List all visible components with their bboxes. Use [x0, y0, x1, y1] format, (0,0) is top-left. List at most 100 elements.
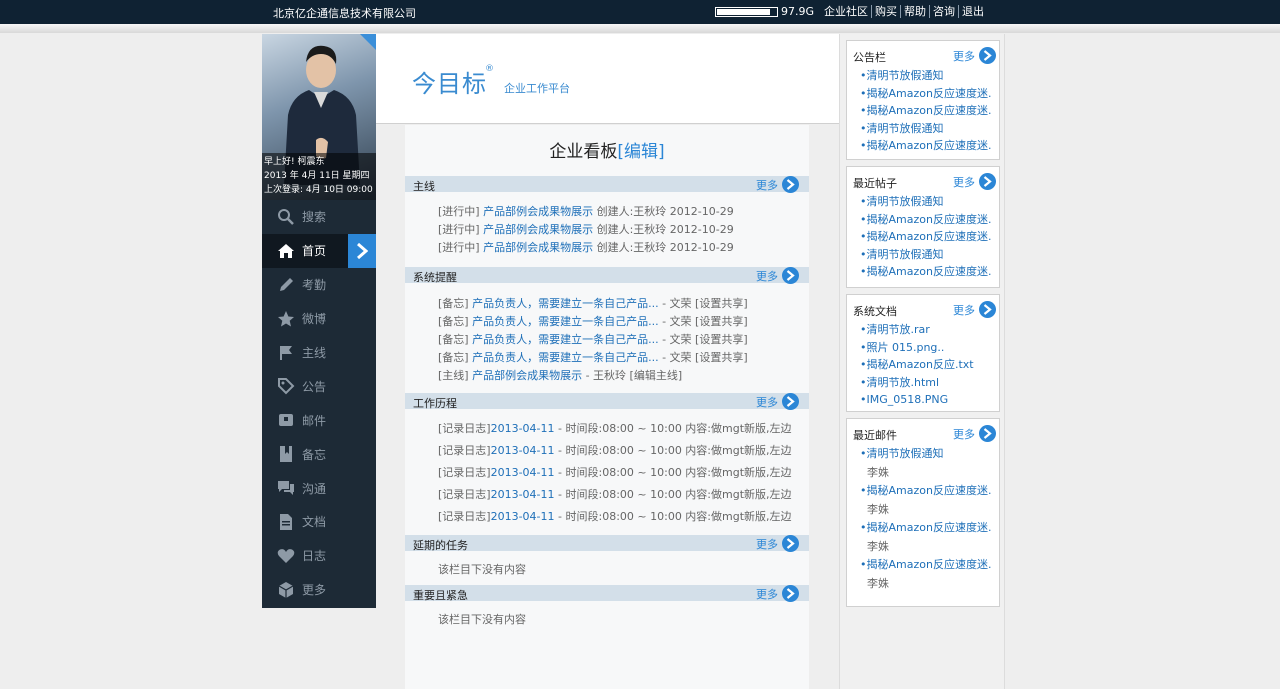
- mail-author: 李姝: [867, 465, 889, 479]
- enterprise-board: 企业看板[编辑] 主线 更多 [进行中] 产品部例会成果物展示 创建人:王秋玲 …: [405, 125, 809, 689]
- nav-help-link[interactable]: 帮助: [900, 5, 929, 18]
- item-link[interactable]: •清明节放.rar: [860, 321, 992, 339]
- profile-card[interactable]: 早上好! 柯震东 2013 年 4月 11日 星期四 上次登录: 4月 10日 …: [262, 34, 376, 200]
- item-link[interactable]: 产品负责人，需要建立一条自己产品...: [472, 351, 659, 364]
- more-button[interactable]: 更多: [953, 47, 996, 64]
- item-link[interactable]: •清明节放假通知: [860, 193, 992, 211]
- item-link[interactable]: •清明节放假通知: [860, 445, 992, 464]
- list-item: •揭秘Amazon反应速度迷...: [860, 137, 999, 155]
- nav-community-link[interactable]: 企业社区: [824, 5, 871, 18]
- item-link[interactable]: 产品部例会成果物展示: [483, 241, 593, 254]
- item-link[interactable]: •揭秘Amazon反应速度迷...: [860, 519, 992, 538]
- item-link[interactable]: •照片 015.png..: [860, 339, 992, 357]
- item-link[interactable]: 2013-04-11: [491, 444, 555, 457]
- item-link[interactable]: •揭秘Amazon反应速度迷...: [860, 263, 992, 281]
- item-link[interactable]: 产品部例会成果物展示: [472, 369, 582, 382]
- current-date: 2013 年 4月 11日 星期四: [264, 171, 370, 181]
- app-logo[interactable]: 今目标: [412, 64, 487, 99]
- list-item: [进行中] 产品部例会成果物展示 创建人:王秋玲 2012-10-29: [438, 239, 808, 257]
- item-link[interactable]: 产品负责人，需要建立一条自己产品...: [472, 333, 659, 346]
- more-label: 更多: [756, 587, 778, 601]
- more-button[interactable]: 更多: [953, 173, 996, 190]
- list-item: [备忘] 产品负责人，需要建立一条自己产品... - 文荣 [设置共享]: [438, 313, 808, 331]
- item-link[interactable]: •揭秘Amazon反应速度迷...: [860, 211, 992, 229]
- pencil-icon: [276, 275, 296, 295]
- panel-title: 系统文档: [853, 305, 897, 318]
- item-link[interactable]: •揭秘Amazon反应速度迷...: [860, 85, 992, 103]
- item-link[interactable]: •清明节放假通知: [860, 246, 992, 264]
- nav-buy-link[interactable]: 购买: [871, 5, 900, 18]
- sidebar-item-home[interactable]: 首页: [262, 233, 376, 268]
- sidebar-item-docs[interactable]: 文档: [262, 505, 376, 539]
- more-button[interactable]: 更多: [756, 393, 799, 410]
- section-mainline-list: [进行中] 产品部例会成果物展示 创建人:王秋玲 2012-10-29 [进行中…: [438, 203, 808, 257]
- bookmark-icon: [276, 444, 296, 464]
- sidebar-item-label: 更多: [302, 583, 327, 598]
- list-item: •清明节放假通知: [860, 193, 999, 211]
- more-button[interactable]: 更多: [953, 301, 996, 318]
- item-link[interactable]: •清明节放假通知: [860, 120, 992, 138]
- sidebar-item-mail[interactable]: 邮件: [262, 403, 376, 437]
- empty-message: 该栏目下没有内容: [438, 613, 526, 626]
- item-meta: - 时间段:08:00 ~ 10:00 内容:做mgt新版,左边: [558, 466, 792, 479]
- list-item: [备忘] 产品负责人，需要建立一条自己产品... - 文荣 [设置共享]: [438, 331, 808, 349]
- item-meta: - 文荣 [设置共享]: [662, 333, 748, 346]
- more-button[interactable]: 更多: [953, 425, 996, 442]
- nav-logout-link[interactable]: 退出: [958, 5, 987, 18]
- board-title: 企业看板[编辑]: [405, 137, 809, 162]
- board-edit-link[interactable]: [编辑]: [617, 142, 664, 162]
- sidebar-item-search[interactable]: 搜索: [262, 200, 376, 234]
- item-status: [记录日志]: [438, 488, 491, 501]
- mail-author: 李姝: [867, 502, 889, 516]
- sidebar-item-label: 首页: [302, 244, 327, 259]
- item-link[interactable]: 产品部例会成果物展示: [483, 223, 593, 236]
- item-link[interactable]: 产品部例会成果物展示: [483, 205, 593, 218]
- list-item: •清明节放.rar: [860, 321, 999, 339]
- more-button[interactable]: 更多: [756, 535, 799, 552]
- sidebar-item-memo[interactable]: 备忘: [262, 437, 376, 471]
- sidebar-item-attendance[interactable]: 考勤: [262, 268, 376, 302]
- app-subtitle: 企业工作平台: [504, 82, 570, 95]
- sidebar-item-log[interactable]: 日志: [262, 539, 376, 573]
- item-link[interactable]: 2013-04-11: [491, 466, 555, 479]
- item-link[interactable]: •清明节放.html: [860, 374, 992, 392]
- list-item: •揭秘Amazon反应速度迷...: [860, 85, 999, 103]
- more-button[interactable]: 更多: [756, 585, 799, 602]
- section-history-header: 工作历程 更多: [405, 393, 809, 410]
- item-link[interactable]: 产品负责人，需要建立一条自己产品...: [472, 297, 659, 310]
- sidebar-item-announcement[interactable]: 公告: [262, 369, 376, 403]
- item-meta: - 时间段:08:00 ~ 10:00 内容:做mgt新版,左边: [558, 510, 792, 523]
- item-link[interactable]: •揭秘Amazon反应速度迷...: [860, 556, 992, 575]
- item-link[interactable]: •揭秘Amazon反应速度迷...: [860, 228, 992, 246]
- list-item: •揭秘Amazon反应速度迷...: [860, 102, 999, 120]
- posts-list: •清明节放假通知 •揭秘Amazon反应速度迷... •揭秘Amazon反应速度…: [847, 193, 999, 281]
- sidebar-item-more[interactable]: 更多: [262, 573, 376, 607]
- item-link[interactable]: 2013-04-11: [491, 488, 555, 501]
- more-button[interactable]: 更多: [756, 176, 799, 193]
- sidebar-item-label: 沟通: [302, 481, 327, 496]
- storage-meter: [715, 7, 778, 17]
- sidebar-item-chat[interactable]: 沟通: [262, 471, 376, 505]
- item-link[interactable]: •揭秘Amazon反应速度迷...: [860, 102, 992, 120]
- nav-consult-link[interactable]: 咨询: [929, 5, 958, 18]
- item-link[interactable]: 2013-04-11: [491, 422, 555, 435]
- greeting: 早上好! 柯震东: [264, 157, 325, 167]
- company-name: 北京亿企通信息技术有限公司: [273, 7, 416, 20]
- item-link[interactable]: •清明节放假通知: [860, 67, 992, 85]
- mail-author: 李姝: [867, 576, 889, 590]
- item-link[interactable]: •IMG_0518.PNG: [860, 391, 992, 409]
- sidebar-item-mainline[interactable]: 主线: [262, 336, 376, 370]
- section-mainline-header: 主线 更多: [405, 176, 809, 193]
- item-link[interactable]: 产品负责人，需要建立一条自己产品...: [472, 315, 659, 328]
- item-link[interactable]: •揭秘Amazon反应速度迷...: [860, 482, 992, 501]
- item-meta: - 时间段:08:00 ~ 10:00 内容:做mgt新版,左边: [558, 488, 792, 501]
- list-item: [主线] 产品部例会成果物展示 - 王秋玲 [编辑主线]: [438, 367, 808, 385]
- panel-title: 最近邮件: [853, 429, 897, 442]
- list-item: •揭秘Amazon反应速度迷...: [860, 228, 999, 246]
- sidebar-item-weibo[interactable]: 微博: [262, 302, 376, 336]
- item-meta: 创建人:王秋玲 2012-10-29: [596, 205, 734, 218]
- more-button[interactable]: 更多: [756, 267, 799, 284]
- item-link[interactable]: 2013-04-11: [491, 510, 555, 523]
- item-link[interactable]: •揭秘Amazon反应.txt: [860, 356, 992, 374]
- item-link[interactable]: •揭秘Amazon反应速度迷...: [860, 137, 992, 155]
